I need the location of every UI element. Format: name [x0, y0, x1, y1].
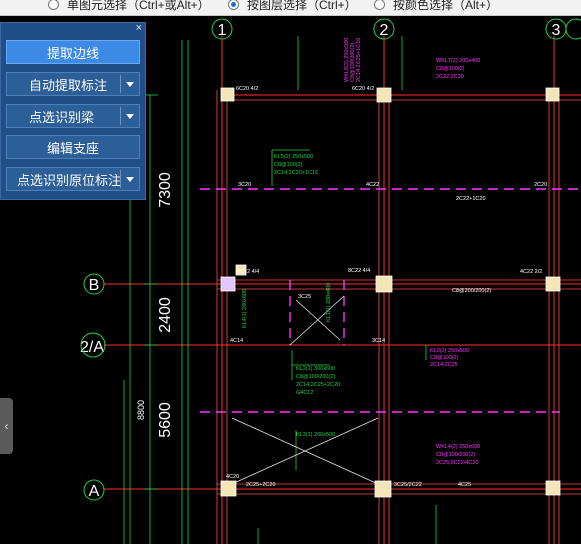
column: [376, 87, 392, 103]
beam-label: 3C25/2C22: [394, 482, 422, 488]
beam-label: 6C20 4/2: [352, 86, 374, 92]
beam-label: WKL7(2) 200x400: [436, 58, 480, 64]
beam-label: G4C12: [296, 390, 313, 396]
beam-label: KL2(1) 300x600: [296, 366, 335, 372]
beam-label: 3C20: [238, 182, 251, 188]
beam-label: KL1(1) 200x400: [326, 283, 332, 322]
dimension-texts: 7300 2400 5600 8800: [136, 172, 174, 438]
pick-identify-beam-label: 点选识别梁: [29, 109, 95, 125]
select-color-label: 按颜色选择（Alt+）: [393, 0, 499, 12]
beam-label: 2C14;2C25+2C20: [296, 382, 340, 388]
extract-edge-label: 提取边线: [46, 45, 99, 61]
beam-label: 2C25+2C20: [246, 482, 276, 488]
beam-label: 4C22: [366, 182, 379, 188]
auto-extract-annotation-button[interactable]: 自动提取标注: [6, 72, 140, 96]
pick-identify-in-situ-annotation-button[interactable]: 点选识别原位标注: [6, 167, 140, 191]
column: [220, 276, 236, 292]
column: [545, 276, 561, 292]
dimension-2400: 2400: [157, 297, 174, 333]
auto-extract-annotation-label: 自动提取标注: [29, 77, 108, 93]
beam-label: 2C14;2C25+1C16: [356, 38, 362, 82]
chevron-down-icon[interactable]: [126, 114, 134, 119]
beam-label: KL5(2) 250x500: [274, 154, 313, 160]
beam-label: KL4(1) 200x600: [242, 289, 248, 328]
selection-mode-bar: 单图元选择（Ctrl+或Alt+） 按图层选择（Ctrl+） 按颜色选择（Alt…: [0, 0, 581, 16]
axis-label-2A: 2/A: [80, 339, 104, 356]
chevron-down-icon[interactable]: [126, 82, 134, 87]
chevron-left-icon: ‹: [4, 419, 9, 433]
dimension-5600: 5600: [157, 402, 174, 438]
beam-label: KL3(2) 250x500: [430, 348, 469, 354]
beam-label: 2C25;3C22/4C20: [436, 460, 479, 466]
select-color-radio[interactable]: [374, 0, 385, 10]
beam-label: 3C25: [298, 294, 311, 300]
axis-label-B: B: [89, 277, 100, 294]
column: [545, 480, 561, 496]
select-layer-label: 按图层选择（Ctrl+）: [247, 0, 357, 12]
beam-label: C8@100/200(2): [436, 452, 475, 458]
axis-label-2: 2: [380, 22, 389, 39]
chevron-down-icon[interactable]: [126, 177, 134, 182]
beam-label: 3C14: [372, 338, 385, 344]
edit-support-button[interactable]: 编辑支座: [6, 135, 140, 159]
collapse-side-tab[interactable]: ‹: [0, 398, 13, 454]
column: [220, 480, 237, 497]
beam-label: 2C22+1C20: [456, 196, 486, 202]
pick-identify-beam-button[interactable]: 点选识别梁: [6, 104, 140, 128]
beam-label: 2C20: [534, 182, 547, 188]
axis-label-3: 3: [552, 22, 561, 39]
beam-label: C8@100/200(2): [296, 374, 335, 380]
extract-edge-button[interactable]: 提取边线: [6, 40, 140, 64]
beam-label: WKL4(2) 250x600: [436, 444, 480, 450]
beam-label: 6C20 4/2: [236, 86, 258, 92]
beam-label: 4C14: [230, 338, 243, 344]
select-color-option[interactable]: 按颜色选择（Alt+）: [374, 0, 498, 12]
dimension-7300: 7300: [157, 172, 174, 208]
beam-label: C8@100(2): [274, 162, 303, 168]
select-layer-option[interactable]: 按图层选择（Ctrl+）: [228, 0, 357, 12]
beam-label: 4C20: [226, 474, 239, 480]
select-single-radio[interactable]: [48, 0, 59, 10]
beam-label: C8@100(2): [430, 355, 459, 361]
beam-label: 2C22;2C20: [436, 74, 464, 80]
column: [375, 275, 393, 293]
beam-label: 8C22 4/4: [348, 268, 370, 274]
beam-label: 4C22 2/2: [520, 269, 542, 275]
beam-label: 8C22 4/4: [237, 269, 259, 275]
axis-label-1: 1: [218, 22, 227, 39]
pick-identify-in-situ-annotation-label: 点选识别原位标注: [17, 172, 122, 188]
column: [220, 87, 235, 102]
select-layer-radio[interactable]: [228, 0, 239, 10]
beam-label: KL3(1) 200x500: [296, 432, 335, 438]
close-icon[interactable]: ×: [136, 23, 142, 34]
beam-label: 2C14;2C25: [430, 362, 458, 368]
beam-annotations: 6C20 4/2 6C20 4/2 8C22 4/4 8C22 4/4 4C22…: [226, 38, 547, 488]
beam-label: 4C25: [458, 482, 471, 488]
beam-tool-panel: × 提取边线 自动提取标注 点选识别梁 编辑支座 点选识别原位标注: [0, 22, 146, 200]
secondary-beams: [200, 188, 581, 413]
select-single-label: 单图元选择（Ctrl+或Alt+）: [67, 0, 210, 12]
beam-label: 2C14;2C20+1C16: [274, 170, 318, 176]
select-single-option[interactable]: 单图元选择（Ctrl+或Alt+）: [48, 0, 210, 12]
edit-support-label: 编辑支座: [46, 140, 99, 156]
column: [545, 87, 560, 102]
axis-bubbles: 1 2 3 B 2/A A: [80, 18, 581, 501]
beam-label: C8@100(2): [436, 66, 465, 72]
column: [374, 480, 392, 498]
beam-label: C8@200/200(2): [452, 288, 491, 294]
dimension-8800: 8800: [136, 400, 146, 420]
axis-label-A: A: [89, 483, 100, 500]
